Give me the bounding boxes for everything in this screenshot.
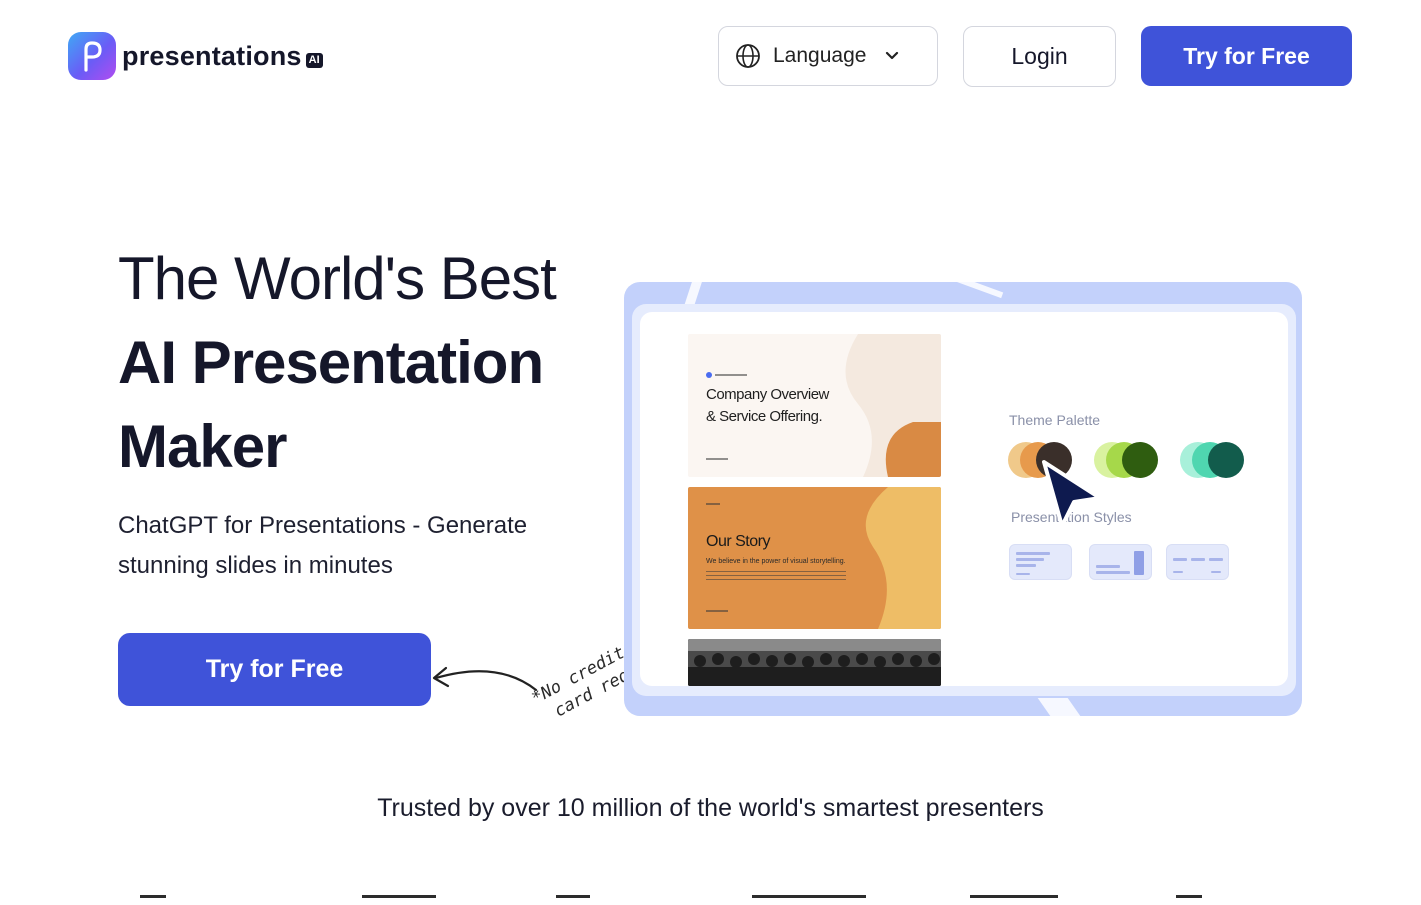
slide1-title-line1: Company Overview (706, 386, 829, 403)
decor-stripe (684, 282, 702, 306)
slide2-shape (865, 487, 941, 629)
hero-title-line1: The World's Best (118, 245, 557, 312)
theme-palette-label: Theme Palette (1009, 412, 1101, 428)
logo-mark-icon (68, 32, 116, 80)
slide-thumbnail-company-overview[interactable]: Company Overview & Service Offering. (688, 334, 941, 477)
chevron-down-icon (886, 51, 899, 60)
hero-subtitle: ChatGPT for Presentations - Generate stu… (118, 512, 528, 579)
slide1-shape (845, 334, 941, 477)
trusted-by-text: Trusted by over 10 million of the world'… (377, 794, 1044, 822)
curved-arrow-icon (432, 666, 538, 692)
slide2-header-line (706, 503, 720, 505)
try-for-free-hero-button[interactable]: Try for Free (118, 633, 431, 706)
slide2-title: Our Story (706, 533, 770, 550)
demo-frame: Company Overview & Service Offering. Our… (632, 304, 1296, 696)
slide1-title: Company Overview & Service Offering. (706, 384, 829, 428)
demo-editor: Company Overview & Service Offering. Our… (640, 312, 1288, 686)
globe-icon (736, 44, 760, 68)
decor-stripe (944, 282, 1004, 299)
slide-thumbnail-our-story[interactable]: Our Story We believe in the power of vis… (688, 487, 941, 629)
try-for-free-header-button[interactable]: Try for Free (1141, 26, 1352, 86)
mini-logo-icon (706, 372, 712, 378)
swatch (1122, 442, 1158, 478)
slide2-body-line (706, 571, 846, 572)
client-logo (1176, 895, 1202, 905)
product-demo-panel: Company Overview & Service Offering. Our… (624, 282, 1302, 716)
mouse-pointer-icon (1042, 460, 1102, 528)
slide2-footer-line (706, 610, 728, 612)
slide2-body-line (706, 579, 846, 580)
hero-title-line3: Maker (118, 413, 287, 480)
slide2-subtitle: We believe in the power of visual storyt… (706, 558, 846, 565)
style-option-text-left[interactable] (1009, 544, 1072, 580)
logo[interactable]: presentations AI (68, 32, 323, 80)
logo-text: presentations (122, 40, 302, 71)
slide-thumbnail-team-photo[interactable] (688, 639, 941, 686)
logo-badge: AI (305, 52, 323, 68)
style-option-columns[interactable] (1166, 544, 1229, 580)
slide1-footer-line (706, 458, 728, 460)
team-photo-image (688, 639, 941, 686)
language-selector[interactable]: Language (718, 26, 938, 86)
language-label: Language (773, 44, 867, 67)
client-logo (362, 895, 436, 905)
decor-stripe (1037, 698, 1081, 716)
login-button[interactable]: Login (963, 26, 1116, 87)
swatch (1208, 442, 1244, 478)
client-logo (140, 895, 166, 905)
client-logo (556, 895, 590, 905)
style-option-chart[interactable] (1089, 544, 1152, 580)
client-logo (970, 895, 1058, 905)
mini-logo-text (715, 374, 747, 376)
slide2-body-line (706, 575, 846, 576)
client-logos-row (0, 895, 1421, 905)
slide1-title-line2: & Service Offering. (706, 408, 823, 425)
client-logo (752, 895, 866, 905)
hero-title-line2: AI Presentation (118, 329, 544, 396)
